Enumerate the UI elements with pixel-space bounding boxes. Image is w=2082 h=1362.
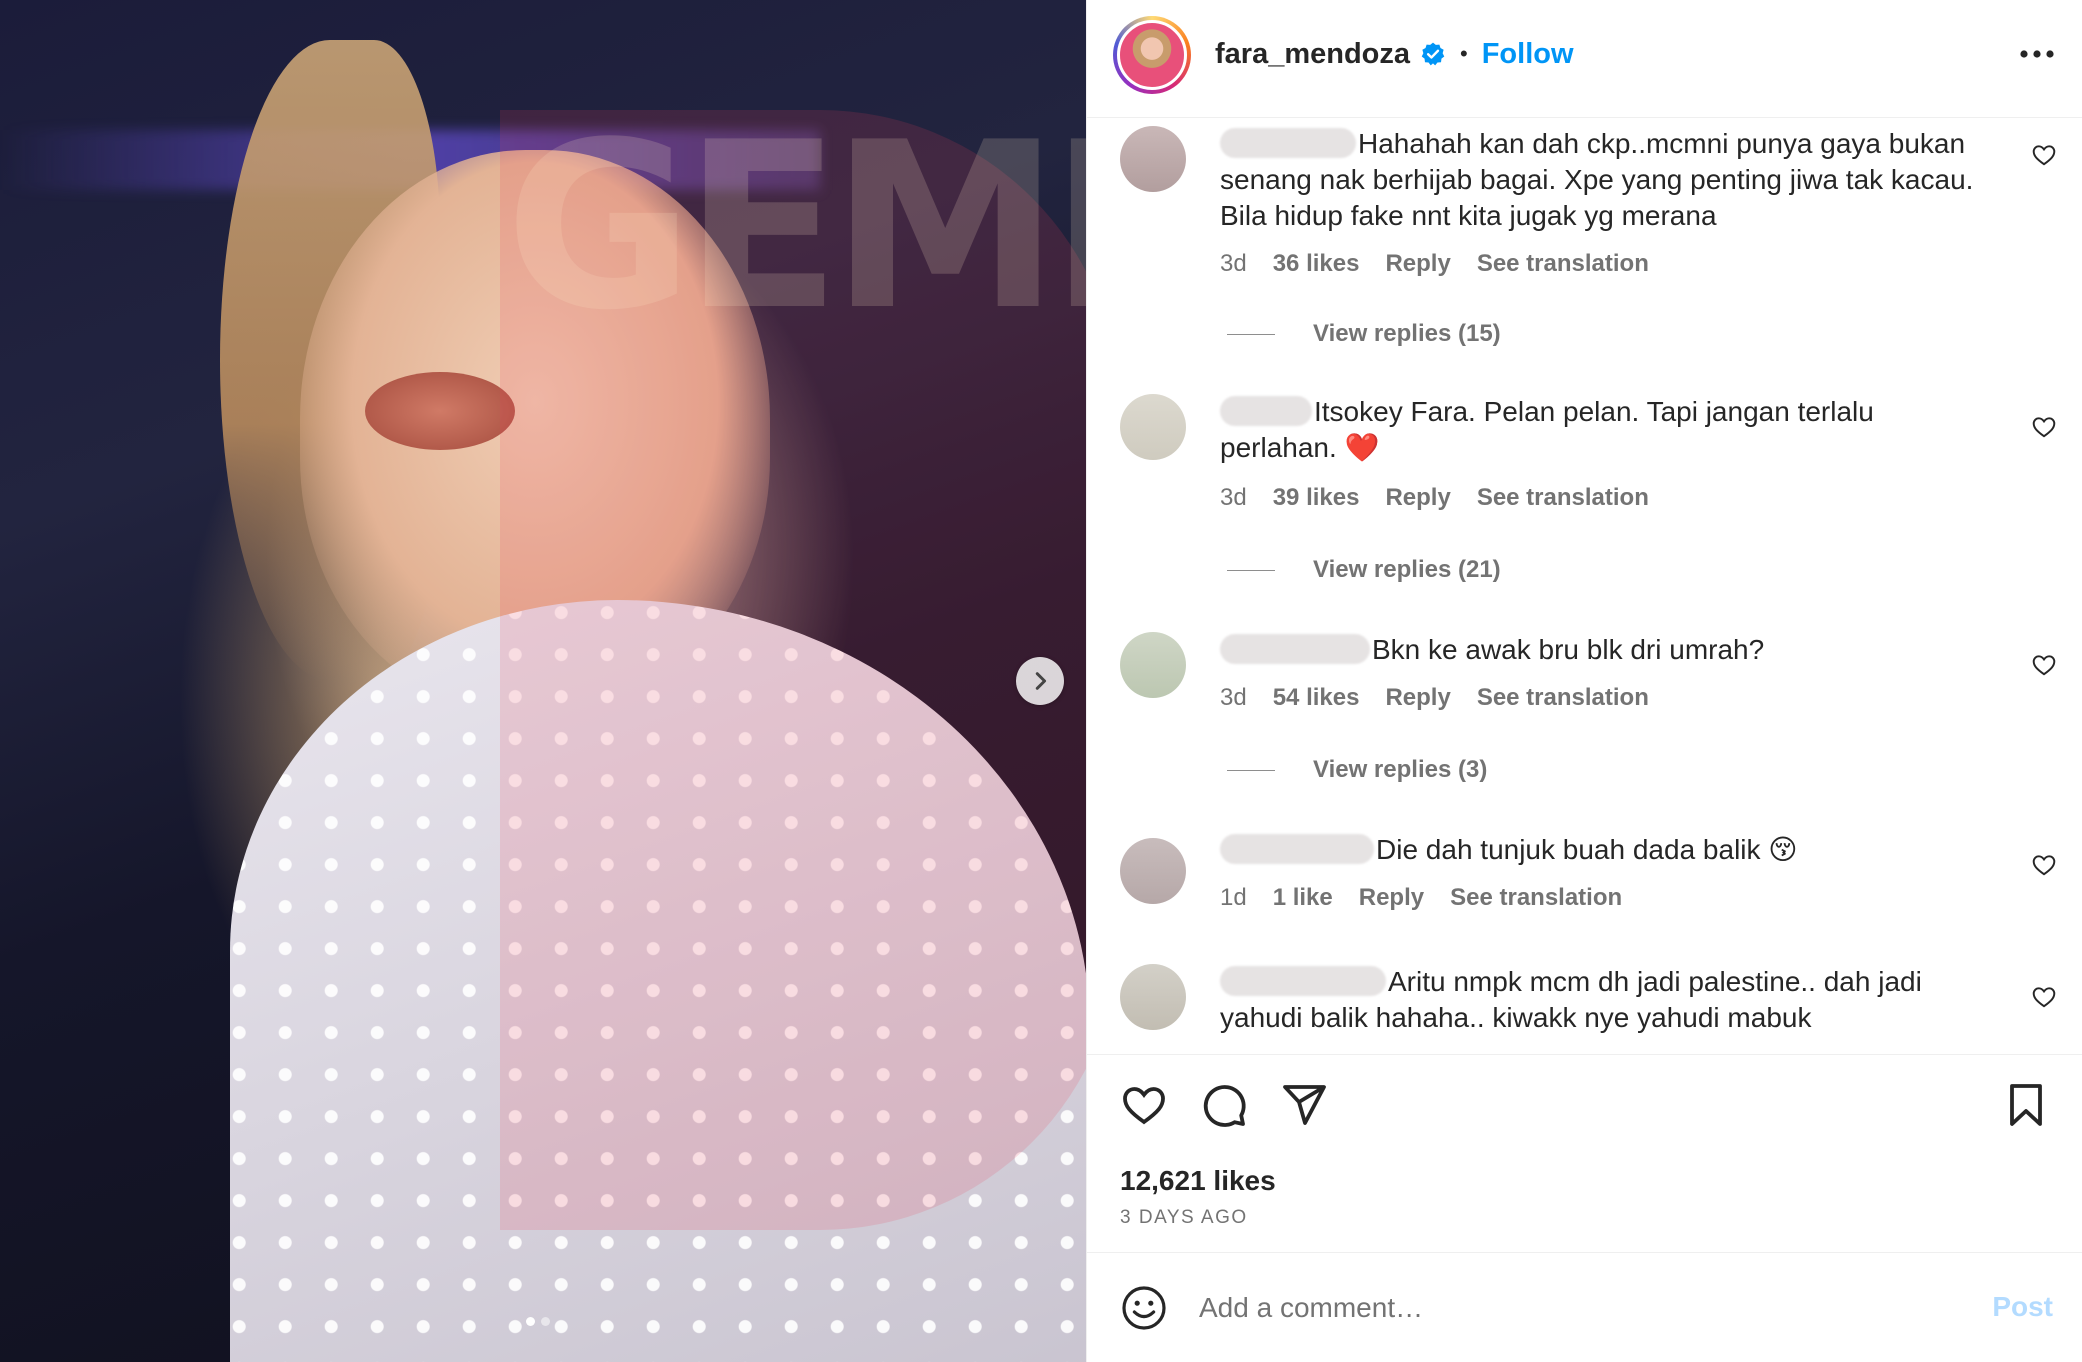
see-translation-button[interactable]: See translation [1477,484,1649,512]
commenter-username-redacted[interactable] [1220,834,1374,864]
reply-button[interactable]: Reply [1359,884,1424,912]
comment-text: Bkn ke awak bru blk dri umrah? [1372,634,1765,665]
commenter-username-redacted[interactable] [1220,634,1370,664]
author-username[interactable]: fara_mendoza [1215,38,1410,71]
replies-divider-line [1227,769,1275,771]
see-translation-button[interactable]: See translation [1477,684,1649,712]
comment-text: Itsokey Fara. Pelan pelan. Tapi jangan t… [1220,396,1874,463]
post-photo[interactable]: GEMPAK [0,0,1086,1362]
comment-icon[interactable] [1200,1081,1248,1129]
view-replies-label: View replies (21) [1313,556,1501,583]
post-comment-button[interactable]: Post [1992,1291,2053,1323]
carousel-dot-active [526,1317,535,1326]
view-replies-label: View replies (3) [1313,756,1488,783]
more-horizontal-icon [2020,50,2054,58]
view-replies-button[interactable]: View replies (21) [1227,556,1501,584]
commenter-avatar[interactable] [1120,964,1186,1030]
post-side-panel: fara_mendoza • Follow Hahahah kan dah ck… [1086,0,2082,1362]
commenter-username-redacted[interactable] [1220,966,1386,996]
post-header: fara_mendoza • Follow [1087,0,2082,118]
comment-like-heart-icon[interactable] [2031,652,2057,678]
comment-likes[interactable]: 54 likes [1273,684,1360,712]
replies-divider-line [1227,569,1275,571]
commenter-avatar[interactable] [1120,394,1186,460]
comment-like-heart-icon[interactable] [2031,414,2057,440]
comments-list: Hahahah kan dah ckp..mcmni punya gaya bu… [1087,118,2082,1054]
comment-body: Bkn ke awak bru blk dri umrah? [1220,632,2000,668]
view-replies-button[interactable]: View replies (3) [1227,756,1487,784]
verified-badge-icon [1421,42,1445,66]
comment-body: Hahahah kan dah ckp..mcmni punya gaya bu… [1220,126,2000,234]
see-translation-button[interactable]: See translation [1477,250,1649,278]
post-actions: 12,621 likes 3 DAYS AGO [1087,1054,2082,1250]
reply-button[interactable]: Reply [1385,684,1450,712]
carousel-dots [526,1317,550,1326]
bookmark-icon[interactable] [2002,1081,2050,1129]
heart-emoji: ❤️ [1344,431,1380,464]
comment-body: Die dah tunjuk buah dada balik 😚 [1220,832,2000,868]
comment-body: Aritu nmpk mcm dh jadi palestine.. dah j… [1220,964,1980,1036]
view-replies-label: View replies (15) [1313,320,1501,347]
comment-meta: 1d 1 like Reply See translation [1220,884,1622,912]
comment-likes[interactable]: 39 likes [1273,484,1360,512]
commenter-username-redacted[interactable] [1220,128,1356,158]
photo-lips [365,372,515,450]
commenter-avatar[interactable] [1120,632,1186,698]
comment-like-heart-icon[interactable] [2031,142,2057,168]
post-timestamp[interactable]: 3 DAYS AGO [1120,1207,1248,1229]
comment-time[interactable]: 3d [1220,684,1247,712]
see-translation-button[interactable]: See translation [1450,884,1622,912]
comment-body: Itsokey Fara. Pelan pelan. Tapi jangan t… [1220,394,1920,466]
share-icon[interactable] [1280,1081,1328,1129]
emoji-smiley-icon[interactable] [1120,1284,1168,1332]
more-options-button[interactable] [2017,36,2057,72]
comment-like-heart-icon[interactable] [2031,984,2057,1010]
likes-count[interactable]: 12,621 likes [1120,1165,1276,1197]
commenter-avatar[interactable] [1120,838,1186,904]
commenter-username-redacted[interactable] [1220,396,1312,426]
comment-time[interactable]: 1d [1220,884,1247,912]
comment-time[interactable]: 3d [1220,484,1247,512]
photo-watermark-letters: GEMPAK [505,94,1086,361]
comment-input[interactable] [1199,1281,1899,1335]
comment-time[interactable]: 3d [1220,250,1247,278]
reply-button[interactable]: Reply [1385,250,1450,278]
kissing-emoji: 😚 [1768,833,1798,866]
replies-divider-line [1227,333,1275,335]
next-image-button[interactable] [1016,657,1064,705]
commenter-avatar[interactable] [1120,126,1186,192]
follow-button[interactable]: Follow [1482,38,1574,71]
carousel-dot [541,1317,550,1326]
add-comment-bar: Post [1087,1252,2082,1362]
comment-meta: 3d 36 likes Reply See translation [1220,250,1649,278]
chevron-right-icon [1035,672,1047,690]
comment-meta: 3d 39 likes Reply See translation [1220,484,1649,512]
view-replies-button[interactable]: View replies (15) [1227,320,1501,348]
comment-like-heart-icon[interactable] [2031,852,2057,878]
comment-likes[interactable]: 36 likes [1273,250,1360,278]
author-avatar[interactable] [1113,16,1191,94]
comment-text: Die dah tunjuk buah dada balik [1376,834,1761,865]
comment-meta: 3d 54 likes Reply See translation [1220,684,1649,712]
header-separator: • [1460,41,1468,66]
comment-likes[interactable]: 1 like [1273,884,1333,912]
author-row: fara_mendoza • Follow [1215,36,1574,72]
heart-icon[interactable] [1120,1081,1168,1129]
reply-button[interactable]: Reply [1385,484,1450,512]
